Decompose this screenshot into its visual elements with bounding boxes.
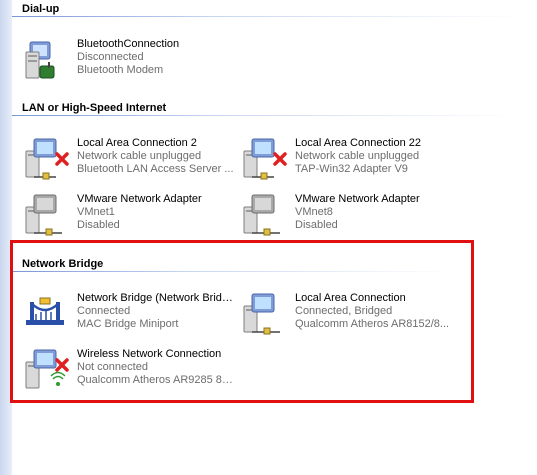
connection-name: Local Area Connection 22 — [295, 137, 421, 149]
left-pane-edge — [0, 0, 12, 475]
connection-device: TAP-Win32 Adapter V9 — [295, 163, 408, 175]
lan-unplugged-icon — [243, 138, 287, 180]
connection-local-area-2[interactable]: Local Area Connection 2 Network cable un… — [22, 135, 237, 183]
lan-disabled-icon — [243, 194, 280, 236]
connection-status: Network cable unplugged — [77, 150, 202, 162]
connection-device: MAC Bridge Miniport — [77, 318, 179, 330]
connection-status: Network cable unplugged — [295, 150, 420, 162]
connection-status: VMnet8 — [295, 206, 333, 218]
connection-wireless[interactable]: Wireless Network Connection Not connecte… — [22, 346, 237, 394]
network-bridge-icon — [26, 297, 64, 325]
group-divider — [12, 271, 452, 272]
connection-status: Not connected — [77, 361, 148, 373]
group-divider — [12, 115, 522, 116]
connection-status: Disconnected — [77, 51, 144, 63]
group-divider — [12, 16, 522, 17]
connection-device: Disabled — [295, 219, 338, 231]
connection-vmware-vmnet1[interactable]: VMware Network Adapter VMnet1 Disabled — [22, 191, 237, 239]
connection-local-area-22[interactable]: Local Area Connection 22 Network cable u… — [240, 135, 455, 183]
connection-name: BluetoothConnection — [77, 38, 180, 50]
connection-local-area[interactable]: Local Area Connection Connected, Bridged… — [240, 290, 455, 338]
connection-device: Disabled — [77, 219, 120, 231]
connection-name: Wireless Network Connection — [77, 348, 222, 360]
bluetooth-modem-icon — [25, 41, 55, 79]
connection-name: Local Area Connection — [295, 292, 406, 304]
connection-name: Local Area Connection 2 — [77, 137, 197, 149]
group-title-network-bridge: Network Bridge — [22, 258, 104, 270]
connection-device: Bluetooth Modem — [77, 64, 164, 76]
connection-network-bridge[interactable]: Network Bridge (Network Bridge) Connecte… — [22, 290, 237, 338]
connection-name: Network Bridge (Network Bridge) — [77, 292, 237, 304]
connection-bluetooth[interactable]: BluetoothConnection Disconnected Bluetoo… — [22, 36, 237, 84]
connection-vmware-vmnet8[interactable]: VMware Network Adapter VMnet8 Disabled — [240, 191, 455, 239]
connection-status: Connected — [77, 305, 131, 317]
lan-connected-icon — [243, 293, 280, 335]
connection-name: VMware Network Adapter — [77, 193, 202, 205]
wireless-not-connected-icon — [25, 349, 69, 389]
connection-device: Qualcomm Atheros AR8152/8... — [295, 318, 450, 330]
connection-device: Qualcomm Atheros AR9285 80... — [77, 374, 237, 386]
lan-unplugged-icon — [25, 138, 69, 180]
group-title-lan: LAN or High-Speed Internet — [22, 102, 167, 114]
group-title-dial-up: Dial-up — [22, 3, 60, 15]
connection-device: Bluetooth LAN Access Server ... — [77, 163, 234, 175]
connection-status: VMnet1 — [77, 206, 115, 218]
connection-name: VMware Network Adapter — [295, 193, 420, 205]
lan-disabled-icon — [25, 194, 62, 236]
connection-status: Connected, Bridged — [295, 305, 393, 317]
